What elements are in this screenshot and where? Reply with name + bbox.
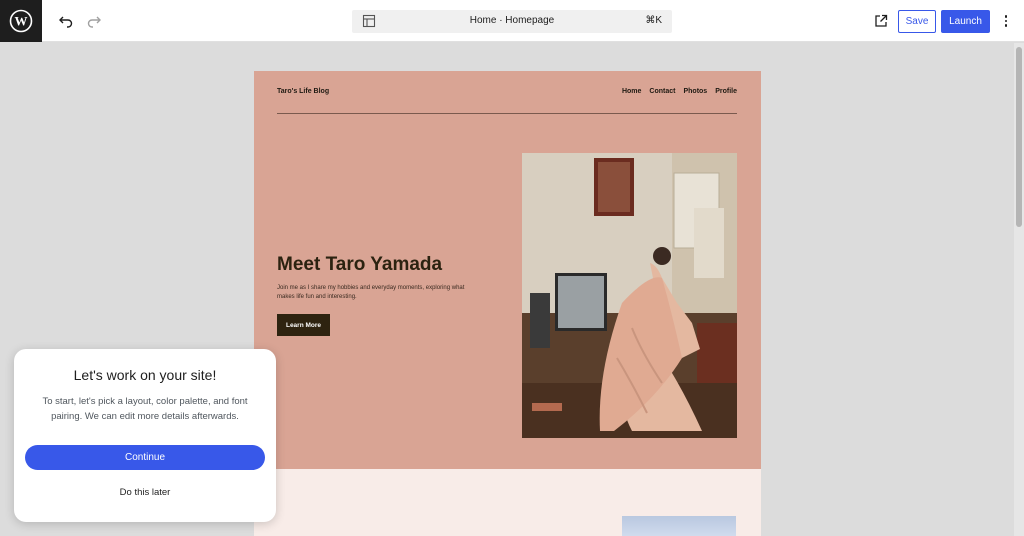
wordpress-icon: W	[9, 9, 33, 33]
more-dot	[1004, 19, 1008, 23]
dialog-title: Let's work on your site!	[73, 367, 217, 383]
nav-item-profile[interactable]: Profile	[715, 88, 737, 95]
site-preview-canvas: Taro's Life Blog Home Contact Photos Pro…	[254, 71, 761, 536]
dialog-description: To start, let's pick a layout, color pal…	[42, 396, 248, 422]
undo-icon	[59, 16, 73, 28]
hero-description: Join me as I share my hobbies and everyd…	[277, 285, 465, 300]
continue-button[interactable]: Continue	[25, 445, 265, 470]
portrait-image	[522, 153, 737, 438]
nav-item-contact[interactable]: Contact	[649, 88, 675, 95]
do-this-later-button[interactable]: Do this later	[14, 487, 276, 498]
scrollbar-thumb[interactable]	[1016, 47, 1022, 227]
nav-item-home[interactable]: Home	[622, 88, 641, 95]
nav-item-photos[interactable]: Photos	[683, 88, 707, 95]
undo-button[interactable]	[54, 9, 78, 33]
onboarding-dialog: Let's work on your site! To start, let's…	[14, 349, 276, 522]
hero-photo	[522, 153, 737, 438]
redo-button[interactable]	[82, 9, 106, 33]
command-shortcut: ⌘K	[645, 15, 662, 26]
section-image	[622, 516, 736, 536]
save-button[interactable]: Save	[898, 10, 936, 33]
document-title: Home · Homepage	[469, 15, 555, 26]
view-site-button[interactable]	[869, 9, 893, 33]
document-bar[interactable]: Home · Homepage ⌘K	[352, 10, 672, 33]
hero-heading: Meet Taro Yamada	[277, 254, 443, 275]
site-title[interactable]: Taro's Life Blog	[277, 88, 329, 95]
external-link-icon	[875, 14, 888, 27]
more-dot	[1004, 24, 1008, 27]
next-section	[254, 469, 761, 536]
svg-text:W: W	[15, 14, 28, 29]
launch-button[interactable]: Launch	[941, 10, 990, 33]
wordpress-logo[interactable]: W	[0, 0, 42, 42]
header-divider	[277, 113, 737, 114]
learn-more-button[interactable]: Learn More	[277, 314, 330, 336]
redo-icon	[87, 16, 101, 28]
canvas-scrollbar[interactable]	[1014, 43, 1024, 536]
hero-section: Taro's Life Blog Home Contact Photos Pro…	[254, 71, 761, 469]
more-vertical-icon	[1004, 15, 1008, 18]
site-navigation: Home Contact Photos Profile	[622, 88, 737, 95]
more-options-button[interactable]	[998, 11, 1014, 31]
editor-top-bar: W Home · Homepage ⌘K Save Launch	[0, 0, 1024, 42]
